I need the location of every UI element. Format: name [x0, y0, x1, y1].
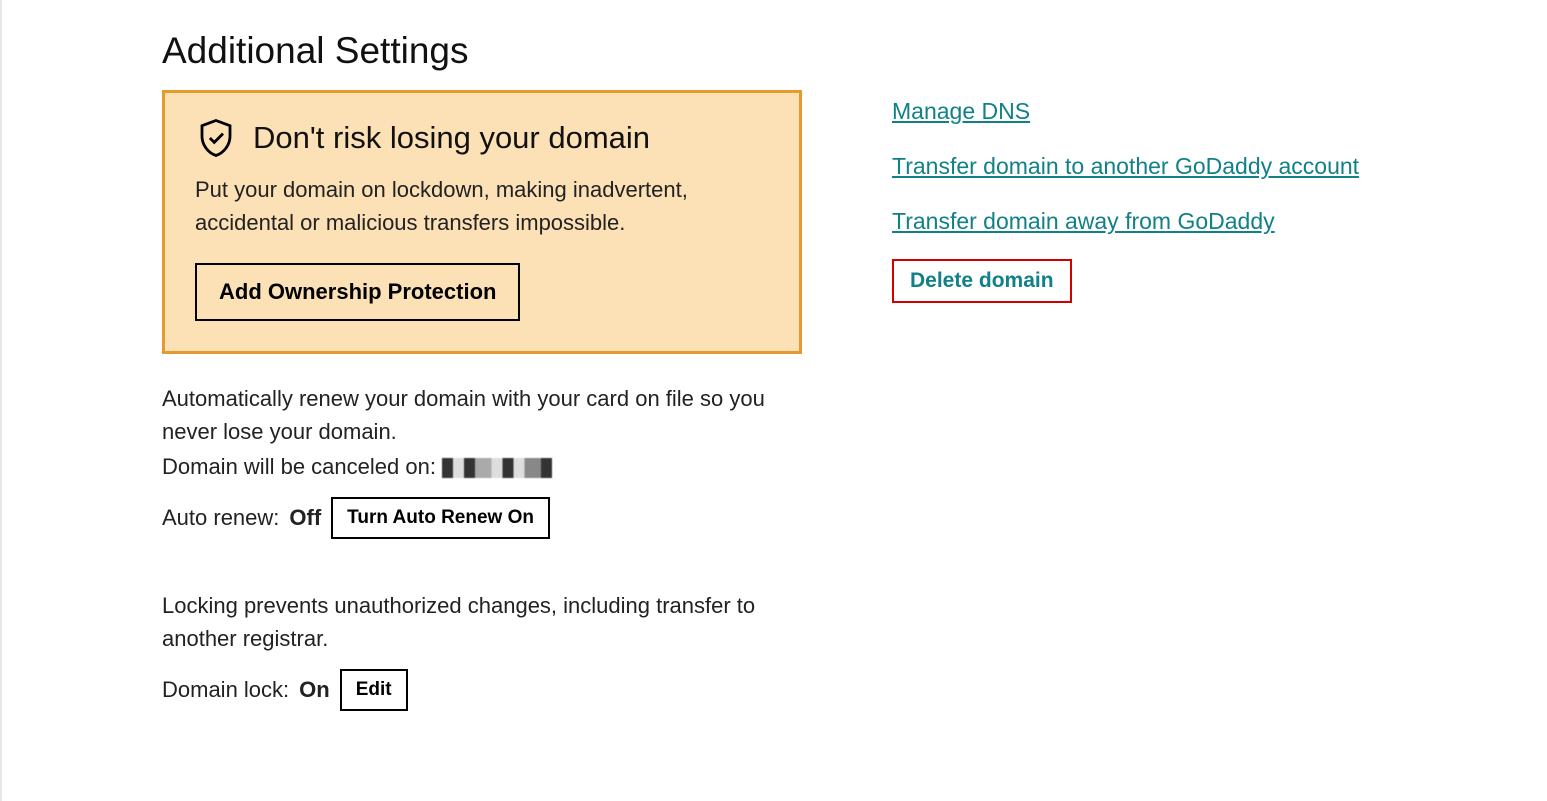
- auto-renew-section: Automatically renew your domain with you…: [162, 382, 802, 539]
- domain-lock-status: On: [299, 677, 330, 703]
- domain-lock-section: Locking prevents unauthorized changes, i…: [162, 589, 802, 711]
- domain-lock-description: Locking prevents unauthorized changes, i…: [162, 589, 802, 655]
- cancel-date-value: [442, 458, 552, 478]
- add-ownership-protection-button[interactable]: Add Ownership Protection: [195, 263, 520, 321]
- delete-domain-highlight: Delete domain: [892, 259, 1072, 303]
- ownership-warning-title: Don't risk losing your domain: [253, 120, 650, 156]
- shield-check-icon: [195, 117, 237, 159]
- page-title: Additional Settings: [162, 30, 1547, 72]
- transfer-away-link[interactable]: Transfer domain away from GoDaddy: [892, 208, 1275, 235]
- right-column: Manage DNS Transfer domain to another Go…: [892, 90, 1359, 303]
- turn-auto-renew-on-button[interactable]: Turn Auto Renew On: [331, 497, 550, 539]
- auto-renew-label: Auto renew:: [162, 505, 279, 531]
- transfer-to-account-link[interactable]: Transfer domain to another GoDaddy accou…: [892, 153, 1359, 180]
- cancel-date-prefix: Domain will be canceled on:: [162, 454, 436, 479]
- edit-domain-lock-button[interactable]: Edit: [340, 669, 408, 711]
- auto-renew-status: Off: [289, 505, 321, 531]
- ownership-warning-description: Put your domain on lockdown, making inad…: [195, 173, 769, 239]
- auto-renew-description: Automatically renew your domain with you…: [162, 382, 802, 448]
- ownership-protection-card: Don't risk losing your domain Put your d…: [162, 90, 802, 354]
- delete-domain-link[interactable]: Delete domain: [910, 269, 1054, 292]
- left-column: Don't risk losing your domain Put your d…: [162, 90, 802, 761]
- cancel-date-line: Domain will be canceled on:: [162, 450, 802, 483]
- domain-lock-label: Domain lock:: [162, 677, 289, 703]
- manage-dns-link[interactable]: Manage DNS: [892, 98, 1030, 125]
